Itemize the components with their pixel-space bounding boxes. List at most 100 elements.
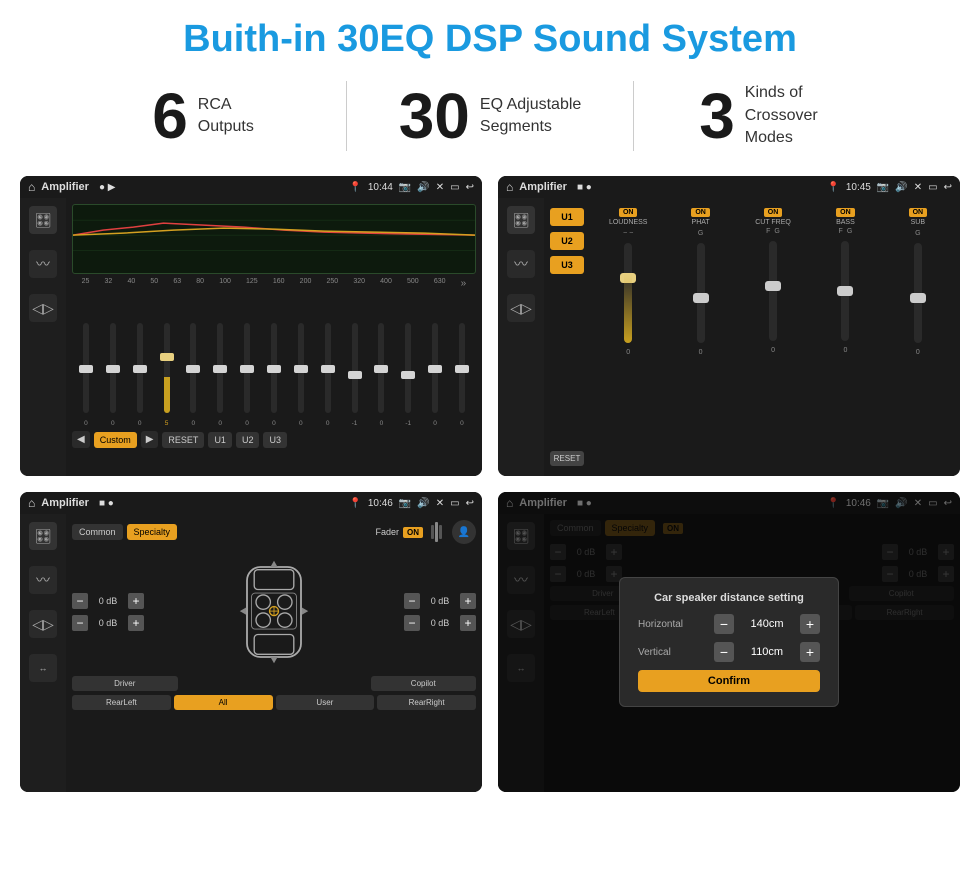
speaker-profile-icon[interactable]: 👤 bbox=[452, 520, 476, 544]
stat-rca: 6 RCAOutputs bbox=[60, 84, 346, 148]
eq-bottom-bar: ◀ Custom ▶ RESET U1 U2 U3 bbox=[72, 431, 476, 448]
eq-slider-7[interactable] bbox=[235, 323, 259, 413]
amp-loudness-on[interactable]: ON bbox=[619, 208, 638, 217]
eq-prev-button[interactable]: ◀ bbox=[72, 431, 90, 448]
eq-slider-4[interactable] bbox=[155, 323, 179, 413]
dialog-vertical-plus[interactable]: + bbox=[800, 642, 820, 662]
eq-slider-5[interactable] bbox=[181, 323, 205, 413]
eq-slider-2[interactable] bbox=[101, 323, 125, 413]
amp-u3-button[interactable]: U3 bbox=[550, 256, 584, 274]
eq-sidebar-eq-icon[interactable]: 🎛 bbox=[29, 206, 57, 234]
dialog-vertical-minus[interactable]: − bbox=[714, 642, 734, 662]
eq-reset-button[interactable]: RESET bbox=[162, 432, 204, 448]
speaker-on-badge[interactable]: ON bbox=[403, 527, 423, 538]
speaker-main-area: Common Specialty Fader ON 👤 bbox=[66, 514, 482, 792]
eq-location-icon: 📍 bbox=[349, 182, 361, 193]
dialog-horizontal-minus[interactable]: − bbox=[714, 614, 734, 634]
screens-grid: ⌂ Amplifier ● ▶ 📍 10:44 📷 🔊 ✕ ▭ ↩ 🎛 〰 ◁▷ bbox=[0, 166, 980, 802]
eq-slider-1[interactable] bbox=[74, 323, 98, 413]
speaker-sidebar-eq-icon[interactable]: 🎛 bbox=[29, 522, 57, 550]
eq-back-icon[interactable]: ↩ bbox=[466, 182, 474, 193]
amp-u1-button[interactable]: U1 bbox=[550, 208, 584, 226]
eq-u1-button[interactable]: U1 bbox=[208, 432, 232, 448]
speaker-all-btn[interactable]: All bbox=[174, 695, 273, 710]
amp-sub-on[interactable]: ON bbox=[909, 208, 928, 217]
speaker-db-row-3: − 0 dB + bbox=[404, 593, 476, 609]
speaker-driver-btn[interactable]: Driver bbox=[72, 676, 178, 691]
eq-slider-6[interactable] bbox=[208, 323, 232, 413]
speaker-user-btn[interactable]: User bbox=[276, 695, 375, 710]
stat-eq-number: 30 bbox=[399, 84, 470, 148]
amp-sidebar-eq-icon[interactable]: 🎛 bbox=[507, 206, 535, 234]
amp-phat-on[interactable]: ON bbox=[691, 208, 710, 217]
speaker-db4-minus[interactable]: − bbox=[404, 615, 420, 631]
speaker-battery-icon: ▭ bbox=[450, 498, 459, 509]
amp-camera-icon: 📷 bbox=[877, 182, 889, 193]
amp-sidebar-vol-icon[interactable]: ◁▷ bbox=[507, 294, 535, 322]
amp-bass-on[interactable]: ON bbox=[836, 208, 855, 217]
speaker-left-db: − 0 dB + − 0 dB + bbox=[72, 593, 144, 631]
confirm-button[interactable]: Confirm bbox=[638, 670, 820, 692]
amp-sub-slider[interactable] bbox=[914, 243, 922, 343]
speaker-sidebar-vol-icon[interactable]: ◁▷ bbox=[29, 610, 57, 638]
amp-reset-button[interactable]: RESET bbox=[550, 451, 584, 466]
amp-screen-title: Amplifier bbox=[519, 181, 567, 193]
amp-loudness-channel: ON LOUDNESS ~ ~ 0 bbox=[594, 208, 662, 466]
speaker-screen-icons: ■ ● bbox=[99, 498, 114, 509]
eq-slider-15[interactable] bbox=[450, 323, 474, 413]
speaker-back-icon[interactable]: ↩ bbox=[466, 498, 474, 509]
eq-slider-10[interactable] bbox=[316, 323, 340, 413]
dialog-horizontal-plus[interactable]: + bbox=[800, 614, 820, 634]
eq-sidebar-vol-icon[interactable]: ◁▷ bbox=[29, 294, 57, 322]
speaker-db-row-2: − 0 dB + bbox=[72, 615, 144, 631]
eq-play-button[interactable]: ▶ bbox=[141, 431, 159, 448]
speaker-specialty-tab[interactable]: Specialty bbox=[127, 524, 178, 540]
speaker-common-tab[interactable]: Common bbox=[72, 524, 123, 540]
dialog-vertical-label: Vertical bbox=[638, 647, 708, 658]
speaker-db-row-1: − 0 dB + bbox=[72, 593, 144, 609]
speaker-rearleft-btn[interactable]: RearLeft bbox=[72, 695, 171, 710]
stat-rca-label: RCAOutputs bbox=[198, 94, 254, 139]
stat-eq-label: EQ AdjustableSegments bbox=[480, 94, 581, 139]
eq-slider-14[interactable] bbox=[423, 323, 447, 413]
expand-icon[interactable]: » bbox=[461, 278, 467, 289]
speaker-sidebar-wave-icon[interactable]: 〰 bbox=[29, 566, 57, 594]
speaker-db2-plus[interactable]: + bbox=[128, 615, 144, 631]
amp-x-icon: ✕ bbox=[914, 182, 922, 193]
eq-slider-8[interactable] bbox=[262, 323, 286, 413]
speaker-db1-minus[interactable]: − bbox=[72, 593, 88, 609]
amp-u2-button[interactable]: U2 bbox=[550, 232, 584, 250]
speaker-db3-plus[interactable]: + bbox=[460, 593, 476, 609]
distance-dialog: Car speaker distance setting Horizontal … bbox=[619, 577, 839, 707]
eq-u2-button[interactable]: U2 bbox=[236, 432, 260, 448]
eq-camera-icon: 📷 bbox=[399, 182, 411, 193]
amp-cutfreq-slider[interactable] bbox=[769, 241, 777, 341]
eq-slider-12[interactable] bbox=[369, 323, 393, 413]
home-icon[interactable]: ⌂ bbox=[28, 180, 35, 194]
amp-u-buttons: U1 U2 U3 RESET bbox=[548, 204, 586, 470]
speaker-sidebar-4ch-icon[interactable]: ↔ bbox=[29, 654, 57, 682]
eq-slider-9[interactable] bbox=[289, 323, 313, 413]
eq-u3-button[interactable]: U3 bbox=[263, 432, 287, 448]
speaker-db2-minus[interactable]: − bbox=[72, 615, 88, 631]
eq-slider-11[interactable] bbox=[343, 323, 367, 413]
speaker-x-icon: ✕ bbox=[436, 498, 444, 509]
amp-sidebar-wave-icon[interactable]: 〰 bbox=[507, 250, 535, 278]
amp-loudness-slider[interactable] bbox=[624, 243, 632, 343]
speaker-db3-minus[interactable]: − bbox=[404, 593, 420, 609]
amp-back-icon[interactable]: ↩ bbox=[944, 182, 952, 193]
eq-custom-button[interactable]: Custom bbox=[94, 432, 137, 448]
speaker-home-icon[interactable]: ⌂ bbox=[28, 496, 35, 510]
amp-bass-slider[interactable] bbox=[841, 241, 849, 341]
speaker-copilot-btn[interactable]: Copilot bbox=[371, 676, 477, 691]
dialog-screen-content: 🎛 〰 ◁▷ ↔ Common Specialty ON −0 dB+ −0 d… bbox=[498, 514, 960, 792]
speaker-rearright-btn[interactable]: RearRight bbox=[377, 695, 476, 710]
amp-phat-slider[interactable] bbox=[697, 243, 705, 343]
speaker-db4-plus[interactable]: + bbox=[460, 615, 476, 631]
eq-sidebar-wave-icon[interactable]: 〰 bbox=[29, 250, 57, 278]
speaker-db1-plus[interactable]: + bbox=[128, 593, 144, 609]
eq-slider-13[interactable] bbox=[396, 323, 420, 413]
amp-home-icon[interactable]: ⌂ bbox=[506, 180, 513, 194]
amp-cutfreq-on[interactable]: ON bbox=[764, 208, 783, 217]
eq-slider-3[interactable] bbox=[128, 323, 152, 413]
